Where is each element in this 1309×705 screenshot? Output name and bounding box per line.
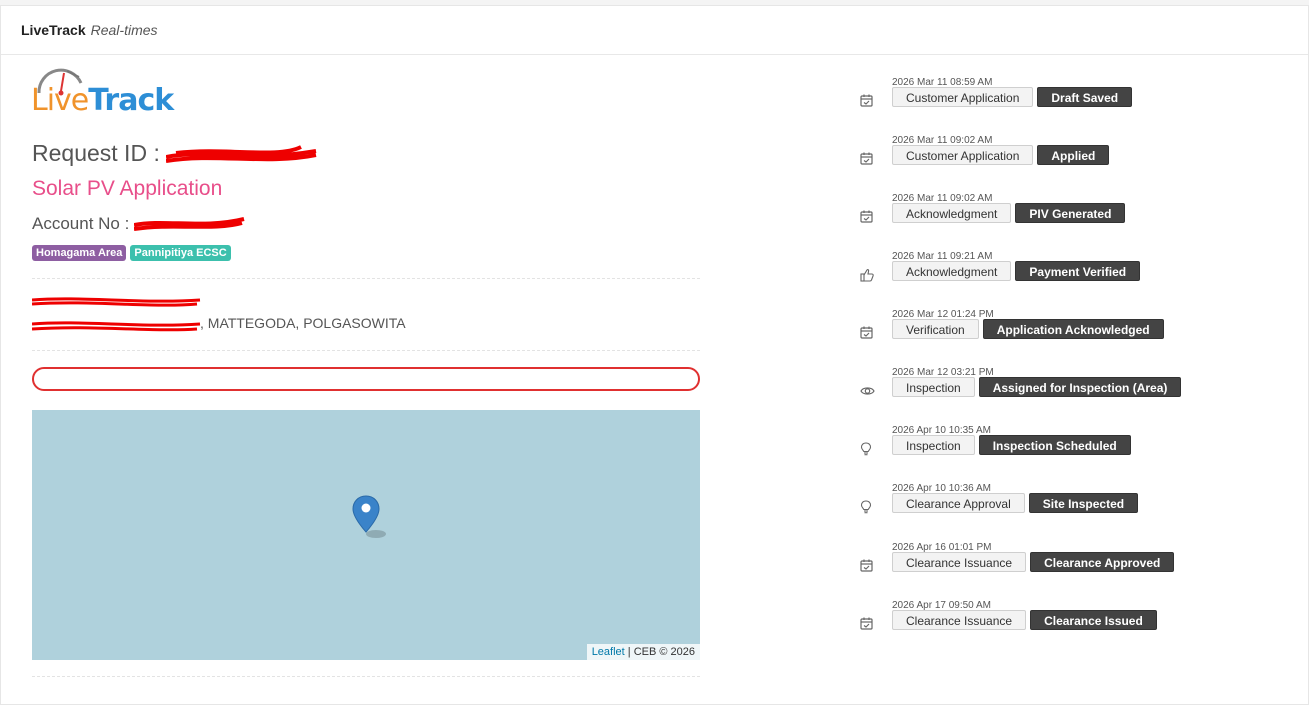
highlight-box — [32, 367, 700, 391]
timeline-item: 2026 Mar 12 03:21 PM Inspection Assigned f… — [860, 367, 1280, 407]
divider — [32, 278, 700, 279]
timeline-pills: Acknowledgment PIV Generated — [892, 203, 1126, 223]
calendar-check-icon — [860, 210, 876, 226]
timeline-item: 2026 Apr 16 01:01 PM Clearance Issuance Cl… — [860, 542, 1280, 582]
stage-label: Customer Application — [892, 87, 1034, 107]
divider — [32, 350, 700, 351]
timeline-item: 2026 Mar 11 09:02 AM Acknowledgment PIV Ge… — [860, 193, 1280, 233]
calendar-check-icon — [860, 326, 876, 342]
timeline-item: 2026 Mar 11 08:59 AM Customer Application… — [860, 77, 1280, 117]
status-label: Clearance Issued — [1030, 610, 1157, 630]
status-label: Draft Saved — [1037, 87, 1133, 107]
location-map[interactable]: Leaflet | CEB © 2026 — [32, 410, 700, 660]
header-brand: LiveTrack — [21, 22, 86, 38]
lightbulb-icon — [860, 442, 876, 458]
application-type: Solar PV Application — [32, 177, 223, 200]
timeline-item: 2026 Mar 11 09:21 AM Acknowledgment Paymen… — [860, 251, 1280, 291]
eye-icon — [860, 384, 876, 400]
map-copyright: | CEB © 2026 — [624, 646, 695, 658]
calendar-check-icon — [860, 617, 876, 633]
timeline-item: 2026 Apr 10 10:36 AM Clearance Approval Si… — [860, 483, 1280, 523]
address-text: , MATTEGODA, POLGASOWITA — [200, 315, 406, 331]
status-label: Assigned for Inspection (Area) — [978, 377, 1182, 397]
timeline-pills: Customer Application Draft Saved — [892, 87, 1133, 107]
status-label: Inspection Scheduled — [978, 435, 1131, 455]
calendar-check-icon — [860, 152, 876, 168]
timeline-item: 2026 Apr 10 10:35 AM Inspection Inspection… — [860, 425, 1280, 465]
stage-label: Verification — [892, 319, 979, 339]
customer-address: , MATTEGODA, POLGASOWITA — [32, 315, 406, 332]
account-label: Account No : — [32, 214, 135, 233]
calendar-check-icon — [860, 94, 876, 110]
request-id: Request ID : — [32, 140, 317, 167]
thumbs-up-icon — [860, 268, 876, 284]
map-attribution: Leaflet | CEB © 2026 — [586, 644, 700, 660]
timeline-pills: Inspection Inspection Scheduled — [892, 435, 1131, 455]
account-number: Account No : — [32, 214, 245, 234]
timeline-pills: Clearance Issuance Clearance Issued — [892, 610, 1157, 630]
leaflet-link[interactable]: Leaflet — [592, 646, 625, 658]
request-id-label: Request ID : — [32, 140, 167, 166]
status-label: Clearance Approved — [1030, 552, 1175, 572]
status-label: Payment Verified — [1015, 261, 1141, 281]
stage-label: Clearance Issuance — [892, 552, 1027, 572]
stage-label: Inspection — [892, 435, 975, 455]
card-header: LiveTrack Real-times — [1, 6, 1308, 55]
redacted-request-id — [166, 145, 317, 165]
area-badge: Homagama Area — [32, 245, 127, 261]
timeline-item: 2026 Apr 17 09:50 AM Clearance Issuance Cl… — [860, 600, 1280, 640]
stage-label: Clearance Issuance — [892, 610, 1027, 630]
status-label: PIV Generated — [1015, 203, 1126, 223]
timeline-item: 2026 Mar 11 09:02 AM Customer Application… — [860, 135, 1280, 175]
timeline-pills: Clearance Approval Site Inspected — [892, 493, 1139, 513]
divider — [32, 676, 700, 677]
timeline-item: 2026 Mar 12 01:24 PM Verification Applicat… — [860, 309, 1280, 349]
redacted-account — [134, 216, 245, 233]
area-badges: Homagama Area Pannipitiya ECSC — [32, 245, 231, 261]
logo-wordmark: LiveTrack — [31, 83, 174, 118]
timeline-pills: Verification Application Acknowledged — [892, 319, 1164, 339]
timeline-pills: Customer Application Applied — [892, 145, 1110, 165]
status-label: Applied — [1037, 145, 1110, 165]
stage-label: Customer Application — [892, 145, 1034, 165]
stage-label: Inspection — [892, 377, 975, 397]
map-marker-icon[interactable] — [352, 494, 392, 540]
stage-label: Acknowledgment — [892, 261, 1012, 281]
calendar-check-icon — [860, 559, 876, 575]
header-subtitle: Real-times — [90, 22, 158, 38]
stage-label: Clearance Approval — [892, 493, 1025, 513]
status-label: Site Inspected — [1028, 493, 1139, 513]
logo-track-text: Track — [88, 83, 174, 118]
timeline-pills: Acknowledgment Payment Verified — [892, 261, 1141, 281]
timeline-pills: Clearance Issuance Clearance Approved — [892, 552, 1175, 572]
ecsc-badge: Pannipitiya ECSC — [130, 245, 231, 261]
livetrack-logo: LiveTrack — [31, 63, 174, 123]
redacted-address — [32, 317, 201, 332]
customer-name-redacted — [32, 294, 202, 311]
stage-label: Acknowledgment — [892, 203, 1012, 223]
status-label: Application Acknowledged — [982, 319, 1164, 339]
lightbulb-icon — [860, 500, 876, 516]
logo-live-text: Live — [31, 83, 89, 118]
timeline-pills: Inspection Assigned for Inspection (Area) — [892, 377, 1182, 397]
redacted-name — [32, 294, 202, 308]
